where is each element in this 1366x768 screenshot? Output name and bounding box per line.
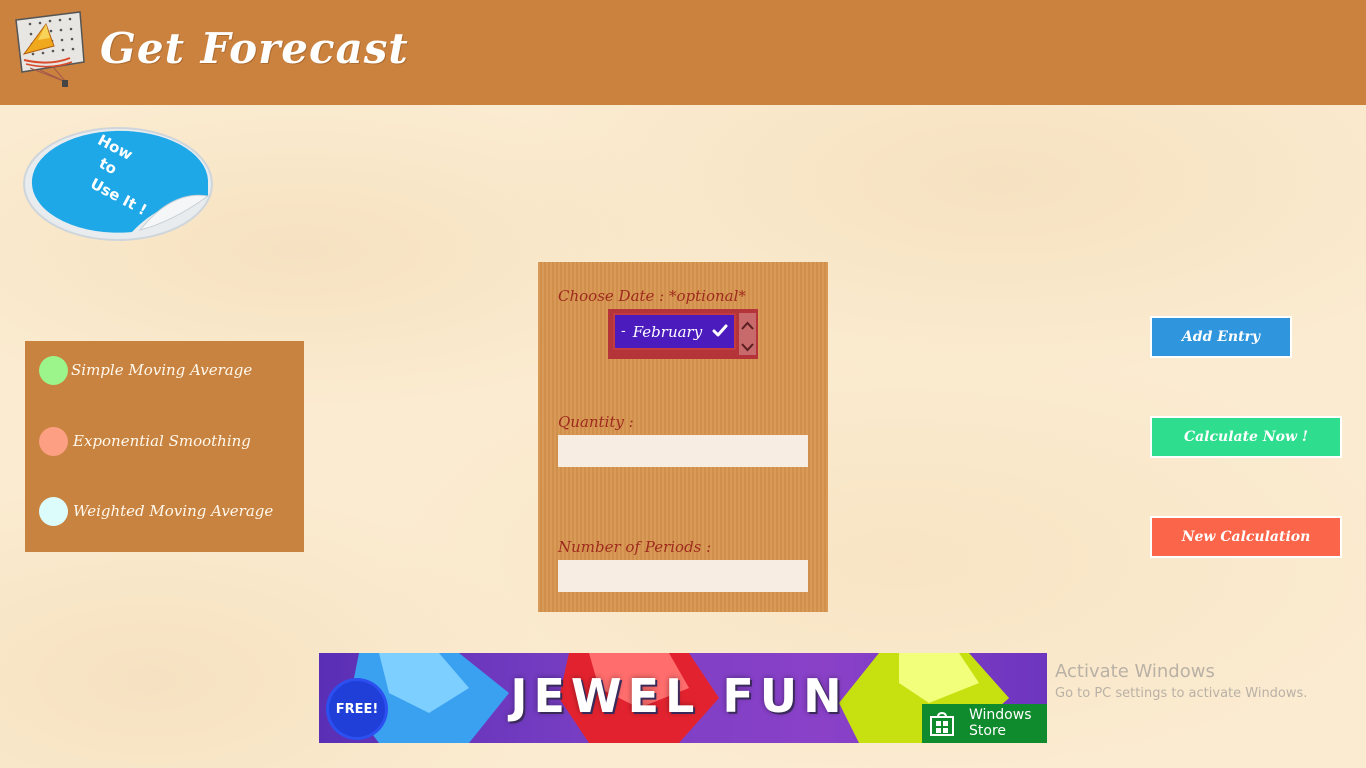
periods-input[interactable] <box>558 560 808 592</box>
new-calculation-label: New Calculation <box>1181 529 1311 545</box>
store-line-2: Store <box>969 723 1007 739</box>
forecast-chart-logo-icon <box>15 11 85 87</box>
ad-title: JEWEL FUN <box>510 669 848 723</box>
chevron-up-icon[interactable] <box>740 319 755 333</box>
windows-store-badge[interactable]: Windows Store <box>922 704 1047 743</box>
calculate-now-button[interactable]: Calculate Now ! <box>1150 416 1342 458</box>
legend-item-exp: Exponential Smoothing <box>39 426 251 456</box>
method-legend: Simple Moving Average Exponential Smooth… <box>25 341 304 552</box>
legend-dot-exp <box>39 426 68 456</box>
calculate-now-label: Calculate Now ! <box>1183 429 1309 445</box>
legend-label-wma: Weighted Moving Average <box>73 502 274 520</box>
checkmark-icon <box>712 324 728 337</box>
date-prefix: - <box>621 324 626 339</box>
periods-label: Number of Periods : <box>558 538 712 556</box>
entry-form-panel: Choose Date : *optional* - February Quan… <box>538 262 828 612</box>
quantity-input[interactable] <box>558 435 808 467</box>
ad-banner[interactable]: FREE! JEWEL FUN Windows Store <box>319 653 1047 743</box>
activate-windows-title: Activate Windows <box>1055 661 1215 682</box>
app-title: Get Forecast <box>100 24 409 73</box>
legend-item-sma: Simple Moving Average <box>39 355 252 385</box>
store-line-1: Windows <box>969 707 1032 723</box>
quantity-label: Quantity : <box>558 413 634 431</box>
peeling-sticker-icon: How to Use It ! <box>23 127 213 241</box>
how-to-use-button[interactable]: How to Use It ! <box>22 126 218 244</box>
legend-label-exp: Exponential Smoothing <box>73 432 251 450</box>
date-spinner <box>739 313 756 355</box>
legend-label-sma: Simple Moving Average <box>71 361 253 379</box>
add-entry-label: Add Entry <box>1181 329 1261 345</box>
legend-dot-sma <box>39 355 68 385</box>
free-badge: FREE! <box>329 681 385 737</box>
windows-store-icon <box>930 712 954 736</box>
app-header: Get Forecast <box>0 0 1366 105</box>
date-value: February <box>632 322 703 341</box>
chevron-down-icon[interactable] <box>740 340 755 354</box>
date-picker[interactable]: - February <box>608 309 758 359</box>
date-selected-item[interactable]: - February <box>613 313 736 350</box>
date-label: Choose Date : *optional* <box>558 287 746 305</box>
legend-dot-wma <box>39 496 68 526</box>
add-entry-button[interactable]: Add Entry <box>1150 316 1292 358</box>
activate-windows-subtitle: Go to PC settings to activate Windows. <box>1055 686 1308 701</box>
new-calculation-button[interactable]: New Calculation <box>1150 516 1342 558</box>
legend-item-wma: Weighted Moving Average <box>39 496 273 526</box>
